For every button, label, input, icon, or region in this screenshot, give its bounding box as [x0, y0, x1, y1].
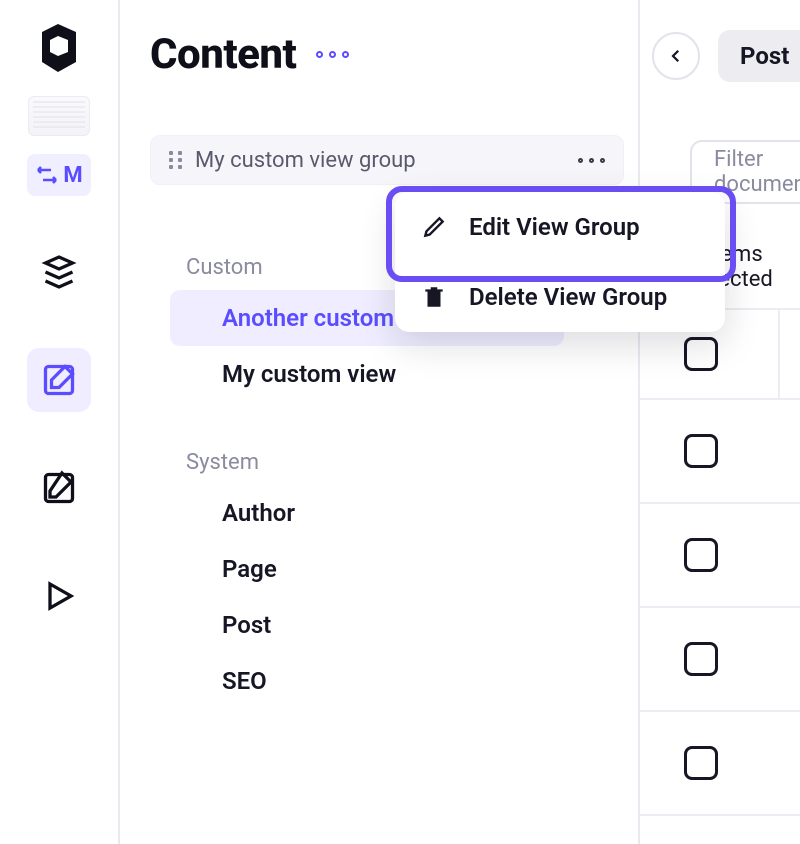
- nav-drafts[interactable]: [27, 456, 91, 520]
- sidebar-item-system-3[interactable]: SEO: [170, 653, 564, 709]
- select-all-checkbox[interactable]: [684, 337, 718, 371]
- chevron-left-icon: [667, 47, 685, 65]
- table-row[interactable]: [640, 712, 800, 816]
- column-divider: [778, 310, 780, 398]
- app-logo: [36, 22, 82, 78]
- filter-placeholder: Filter documents: [714, 147, 800, 197]
- sidebar-item-system-1[interactable]: Page: [170, 541, 564, 597]
- nav-run[interactable]: [27, 564, 91, 628]
- sidebar-item-custom-1[interactable]: My custom view: [170, 346, 564, 402]
- row-checkbox[interactable]: [684, 434, 718, 468]
- row-checkbox[interactable]: [684, 642, 718, 676]
- model-switcher[interactable]: M: [27, 154, 91, 196]
- nav-rail: M: [0, 0, 120, 844]
- pencil-icon: [421, 214, 447, 240]
- menu-item-edit-label: Edit View Group: [469, 213, 640, 241]
- page-title: Content: [150, 30, 296, 79]
- drag-handle-icon[interactable]: [169, 151, 183, 169]
- table-row[interactable]: [640, 504, 800, 608]
- view-group-row[interactable]: My custom view group: [150, 135, 624, 185]
- content-sidebar: Content My custom view group Custom Anot…: [120, 0, 640, 844]
- trash-icon: [421, 284, 447, 310]
- document-table: [640, 308, 800, 816]
- menu-item-edit-view-group[interactable]: Edit View Group: [395, 192, 725, 262]
- content-menu-icon[interactable]: [316, 51, 349, 58]
- sidebar-item-system-2[interactable]: Post: [170, 597, 564, 653]
- table-row[interactable]: [640, 608, 800, 712]
- model-switcher-label: M: [63, 163, 82, 188]
- back-button[interactable]: [652, 32, 700, 80]
- sidebar-item-system-0[interactable]: Author: [170, 485, 564, 541]
- view-group-name: My custom view group: [195, 148, 566, 173]
- view-group-menu-icon[interactable]: [578, 158, 605, 163]
- row-checkbox[interactable]: [684, 746, 718, 780]
- menu-item-delete-label: Delete View Group: [469, 283, 667, 311]
- nav-content[interactable]: [27, 348, 91, 412]
- view-group-menu: Edit View Group Delete View Group: [395, 192, 725, 332]
- row-checkbox[interactable]: [684, 538, 718, 572]
- schema-chip[interactable]: Post: [718, 30, 800, 82]
- menu-item-delete-view-group[interactable]: Delete View Group: [395, 262, 725, 332]
- document-list-panel: Post Filter documents 0 items selected: [640, 0, 800, 844]
- model-thumbnail[interactable]: [28, 96, 90, 136]
- table-row[interactable]: [640, 400, 800, 504]
- section-label-system: System: [186, 450, 624, 475]
- nav-schema[interactable]: [27, 240, 91, 304]
